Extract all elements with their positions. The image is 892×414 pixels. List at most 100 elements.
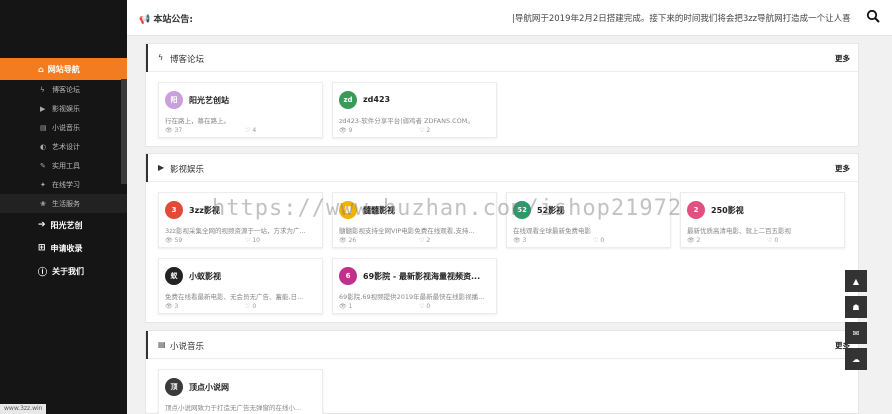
site-card[interactable]: 阳 阳光艺创站 行在路上，慕在路上。 👁 37 ♡ 4 bbox=[158, 82, 323, 138]
site-title[interactable]: 250影视 bbox=[711, 205, 841, 216]
qq-icon: ☗ bbox=[852, 302, 860, 312]
sidebar-item-apply[interactable]: ⊞ 申请收录 bbox=[0, 237, 127, 259]
site-card[interactable]: 蚁小蚁影视 免费在线看最新电影、无会员无广告、蓄能,日... 👁 3 ♡ 0 bbox=[158, 258, 323, 314]
eye-icon: 👁 bbox=[687, 237, 695, 244]
sidebar-sub-label: 影视娱乐 bbox=[52, 104, 80, 113]
more-link[interactable]: 更多 bbox=[835, 163, 850, 174]
sidebar-sub-life[interactable]: ❀ 生活服务 bbox=[0, 194, 127, 213]
wechat-button[interactable]: ☁ bbox=[845, 348, 867, 370]
site-desc: 免费在线看最新电影、无会员无广告、蓄能,日... bbox=[165, 293, 304, 301]
section-title: 博客论坛 bbox=[170, 55, 205, 65]
wrench-icon: ✎ bbox=[40, 161, 46, 170]
site-desc: 3zz影视采集全网的视频资源于一站，方求为广... bbox=[165, 227, 306, 235]
site-card[interactable]: 2 250影视最新优质高清电影、就上二百五影视 👁 2 ♡ 0 bbox=[680, 192, 845, 248]
sidebar-item-site-nav[interactable]: ⌂ 网站导航 bbox=[0, 58, 127, 80]
site-desc: 顶点小说网致力于打造无广告无弹窗的在线小... bbox=[165, 404, 302, 412]
site-logo: 6 bbox=[339, 267, 357, 285]
like-count[interactable]: ♡ 4 bbox=[245, 127, 256, 134]
view-count: 👁 37 bbox=[165, 127, 183, 134]
megaphone-icon: 📢 bbox=[139, 15, 151, 25]
more-link[interactable]: 更多 bbox=[835, 53, 850, 64]
book-icon: ▤ bbox=[158, 340, 166, 349]
sidebar-item-about[interactable]: ⓘ 关于我们 bbox=[0, 260, 127, 282]
sidebar-sub-blog[interactable]: ϟ 博客论坛 bbox=[0, 80, 127, 99]
site-card[interactable]: 6 69影院 - 最新影视海量视频资... 69影院,69视频提供2019年最新最快… bbox=[332, 258, 497, 314]
section-title: 影视娱乐 bbox=[170, 165, 205, 175]
site-title[interactable]: 69影院 - 最新影视海量视频资... bbox=[363, 271, 493, 282]
section-header: ϟ 博客论坛 更多 bbox=[146, 44, 858, 72]
site-logo: 顶 bbox=[165, 378, 183, 396]
sidebar-sub-learn[interactable]: ✦ 在线学习 bbox=[0, 175, 127, 194]
sidebar-item-label: 阳光艺创 bbox=[50, 220, 83, 230]
sidebar-sub-label: 艺术设计 bbox=[52, 142, 80, 151]
like-count[interactable]: ♡ 2 bbox=[419, 237, 430, 244]
site-logo: 2 bbox=[687, 201, 705, 219]
sidebar-sub-label: 生活服务 bbox=[52, 199, 80, 208]
site-logo: 阳 bbox=[165, 91, 183, 109]
site-desc: 最新优质高清电影、就上二百五影视 bbox=[687, 227, 791, 235]
section-header: ▤ 小说音乐 更多 bbox=[146, 331, 858, 359]
qq-button[interactable]: ☗ bbox=[845, 296, 867, 318]
section-video: ▶ 影视娱乐 更多 3 3zz影视 3zz影视采集全网的视频资源于一站，方求为广..… bbox=[145, 153, 859, 323]
sidebar-sub-art[interactable]: ◐ 艺术设计 bbox=[0, 137, 127, 156]
heart-icon: ♡ bbox=[419, 237, 425, 244]
sidebar-logo-area bbox=[0, 0, 127, 58]
back-to-top-button[interactable]: ▲ bbox=[845, 270, 867, 292]
eye-icon: 👁 bbox=[513, 237, 521, 244]
palette-icon: ◐ bbox=[40, 142, 47, 151]
eye-icon: 👁 bbox=[165, 303, 173, 310]
heart-icon: ♡ bbox=[245, 303, 251, 310]
like-count[interactable]: ♡ 10 bbox=[245, 237, 260, 244]
site-title[interactable]: 阳光艺创站 bbox=[189, 95, 319, 106]
heart-icon: ♡ bbox=[419, 303, 425, 310]
site-title[interactable]: 小蚁影视 bbox=[189, 271, 319, 282]
sidebar-sub-label: 在线学习 bbox=[52, 180, 80, 189]
view-count: 👁 2 bbox=[687, 237, 701, 244]
sidebar-sub-label: 小说音乐 bbox=[52, 123, 80, 132]
sidebar-sub-novel[interactable]: ▤ 小说音乐 bbox=[0, 118, 127, 137]
like-count[interactable]: ♡ 0 bbox=[593, 237, 604, 244]
site-card[interactable]: zd zd423 zd423-软件分享平台|弱鸡者 ZDFANS.COM。 👁 … bbox=[332, 82, 497, 138]
section-title: 小说音乐 bbox=[170, 342, 205, 352]
like-count[interactable]: ♡ 0 bbox=[245, 303, 256, 310]
plus-square-icon: ⊞ bbox=[38, 243, 46, 253]
eye-icon: 👁 bbox=[339, 127, 347, 134]
site-desc: 69影院,69视频提供2019年最新最快在线影视播... bbox=[339, 293, 485, 301]
wechat-icon: ☁ bbox=[852, 354, 860, 364]
view-count: 👁 59 bbox=[165, 237, 183, 244]
video-icon: ▶ bbox=[40, 104, 46, 113]
info-icon: ⓘ bbox=[38, 267, 48, 278]
sidebar-item-yangguang[interactable]: ➔ 阳光艺创 bbox=[0, 214, 127, 236]
envelope-icon: ✉ bbox=[852, 328, 860, 338]
email-button[interactable]: ✉ bbox=[845, 322, 867, 344]
like-count[interactable]: ♡ 0 bbox=[419, 303, 430, 310]
sidebar-item-label: 网站导航 bbox=[47, 64, 80, 74]
notice-label-text: 本站公告: bbox=[153, 15, 193, 25]
sidebar-sub-label: 实用工具 bbox=[52, 161, 80, 170]
eye-icon: 👁 bbox=[165, 237, 173, 244]
site-card[interactable]: 顶 顶点小说网 顶点小说网致力于打造无广告无弹窗的在线小... bbox=[158, 369, 323, 414]
site-title[interactable]: zd423 bbox=[363, 95, 493, 104]
heart-icon: ♡ bbox=[419, 127, 425, 134]
site-desc: 在线观看全球最新免费电影 bbox=[513, 227, 591, 235]
sidebar-sub-video[interactable]: ▶ 影视娱乐 bbox=[0, 99, 127, 118]
site-desc: 髓髓影视支持全网VIP电影免费在线观看,支持... bbox=[339, 227, 475, 235]
site-logo: 蚁 bbox=[165, 267, 183, 285]
sidebar-scrollbar[interactable] bbox=[121, 79, 127, 184]
like-count[interactable]: ♡ 2 bbox=[419, 127, 430, 134]
eye-icon: 👁 bbox=[165, 127, 173, 134]
site-title[interactable]: 顶点小说网 bbox=[189, 382, 319, 393]
site-desc: zd423-软件分享平台|弱鸡者 ZDFANS.COM。 bbox=[339, 117, 474, 125]
site-desc: 行在路上，慕在路上。 bbox=[165, 117, 230, 125]
sidebar-sub-label: 博客论坛 bbox=[52, 85, 80, 94]
heart-icon: ♡ bbox=[245, 237, 251, 244]
eye-icon: 👁 bbox=[339, 303, 347, 310]
bolt-icon: ϟ bbox=[158, 53, 164, 62]
heart-icon: ♡ bbox=[767, 237, 773, 244]
book-icon: ▤ bbox=[40, 123, 47, 132]
like-count[interactable]: ♡ 0 bbox=[767, 237, 778, 244]
site-logo: 3 bbox=[165, 201, 183, 219]
sidebar-sub-tools[interactable]: ✎ 实用工具 bbox=[0, 156, 127, 175]
search-icon[interactable] bbox=[866, 9, 880, 23]
leaf-icon: ❀ bbox=[40, 199, 46, 208]
